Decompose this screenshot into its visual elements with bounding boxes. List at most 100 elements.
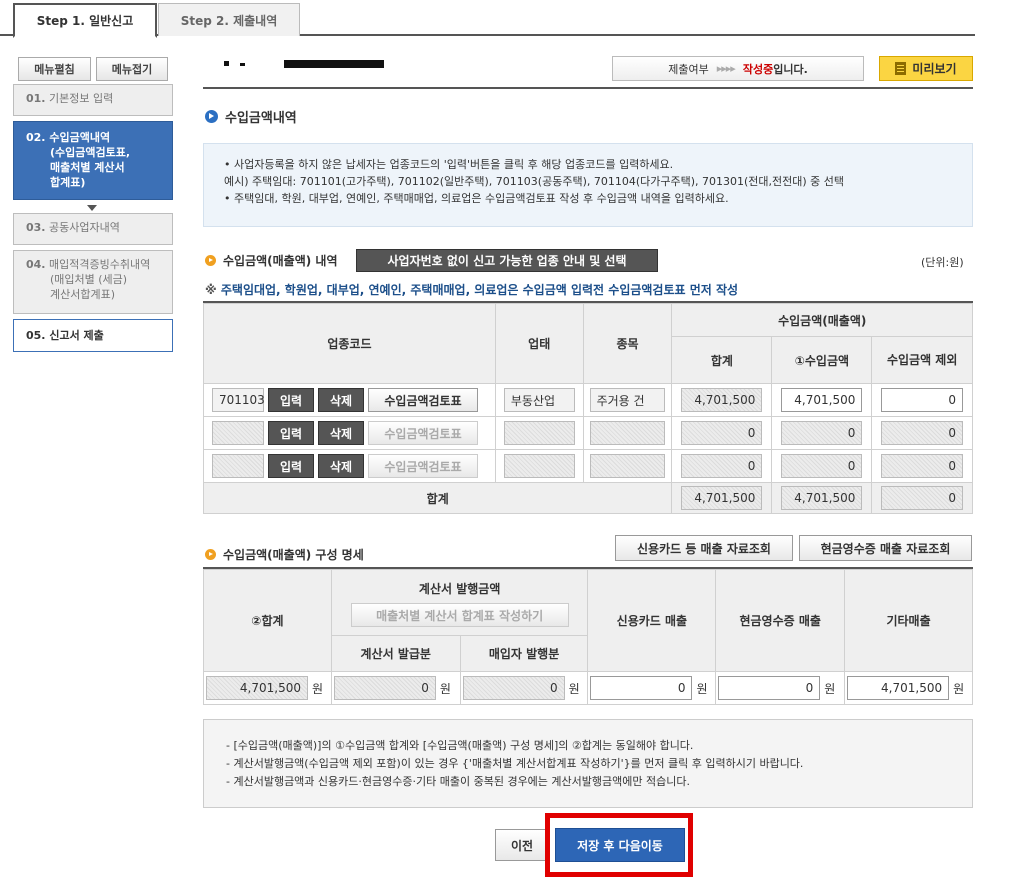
card-sales-input[interactable]: 0 bbox=[590, 676, 693, 700]
previous-button[interactable]: 이전 bbox=[495, 829, 549, 861]
row-total-field: 0 bbox=[681, 454, 763, 478]
col-header-buyer: 매입자 발행분 bbox=[459, 635, 589, 672]
menu-expand-button[interactable]: 메뉴펼침 bbox=[18, 57, 91, 81]
business-code-field[interactable]: 701103 bbox=[212, 388, 265, 412]
buyer-issued-field: 0 bbox=[462, 676, 565, 700]
status-value: 작성중 bbox=[742, 62, 774, 76]
excluded-amount-input[interactable]: 0 bbox=[881, 388, 963, 412]
section-sales-title: 수입금액(매출액) 내역 bbox=[205, 252, 338, 269]
nav-item-purchase-proof[interactable]: 04. 매입적격증빙수취내역 (매입처별 (세금) 계산서합계표) bbox=[13, 250, 173, 314]
nav-item-submit[interactable]: 05. 신고서 제출 bbox=[13, 319, 173, 352]
invoice-issued-field: 0 bbox=[333, 676, 436, 700]
sum-income-field: 4,701,500 bbox=[781, 486, 863, 510]
status-label: 제출여부 bbox=[668, 62, 709, 76]
bullet-icon bbox=[205, 549, 216, 560]
col-header-code: 업종코드 bbox=[203, 303, 496, 384]
col-header-exclude: 수입금액 제외 bbox=[871, 336, 973, 384]
col-header-income1: ①수입금액 bbox=[771, 336, 873, 384]
redacted-mark bbox=[240, 63, 245, 66]
sum-exclude-field: 0 bbox=[881, 486, 963, 510]
business-item-field[interactable]: 주거용 건 bbox=[589, 388, 666, 412]
sum-label: 합계 bbox=[202, 482, 673, 514]
composition-total-field: 4,701,500 bbox=[206, 676, 308, 700]
col-header-total: 합계 bbox=[671, 336, 773, 384]
code-input-button[interactable]: 입력 bbox=[268, 421, 314, 445]
nav-label: 신고서 제출 bbox=[49, 329, 104, 342]
income-amount-input[interactable]: 4,701,500 bbox=[781, 388, 863, 412]
business-type-field[interactable]: 부동산업 bbox=[503, 388, 575, 412]
nav-item-basic-info[interactable]: 01. 기본정보 입력 bbox=[13, 84, 173, 116]
income-review-button: 수입금액검토표 bbox=[368, 421, 478, 445]
cash-receipt-lookup-button[interactable]: 현금영수증 매출 자료조회 bbox=[799, 535, 972, 561]
status-arrows-icon: ▸▸▸▸ bbox=[716, 62, 736, 75]
cash-receipt-sales-input[interactable]: 0 bbox=[718, 676, 821, 700]
income-review-button: 수입금액검토표 bbox=[368, 454, 478, 478]
business-code-field[interactable] bbox=[212, 421, 264, 445]
code-delete-button[interactable]: 삭제 bbox=[318, 388, 364, 412]
redacted-mark bbox=[284, 60, 384, 68]
nav-label: 수입금액내역 bbox=[49, 131, 111, 144]
col-header-income-group: 수입금액(매출액) bbox=[671, 303, 973, 337]
excluded-amount-input: 0 bbox=[881, 421, 963, 445]
col-header-total2: ②합계 bbox=[203, 569, 332, 672]
nav-item-income[interactable]: 02. 수입금액내역 (수입금액검토표, 매출처별 계산서 합계표) bbox=[13, 121, 173, 200]
col-header-type: 업태 bbox=[494, 303, 584, 384]
income-review-button[interactable]: 수입금액검토표 bbox=[368, 388, 478, 412]
card-sales-lookup-button[interactable]: 신용카드 등 매출 자료조회 bbox=[615, 535, 793, 561]
preview-button[interactable]: 미리보기 bbox=[879, 56, 973, 81]
code-input-button[interactable]: 입력 bbox=[268, 388, 314, 412]
code-delete-button[interactable]: 삭제 bbox=[318, 454, 364, 478]
col-header-invoice: 계산서 발행금액 bbox=[418, 582, 501, 596]
col-header-cash: 현금영수증 매출 bbox=[715, 569, 846, 672]
document-icon bbox=[895, 62, 907, 75]
col-header-card: 신용카드 매출 bbox=[587, 569, 717, 672]
bullet-icon bbox=[205, 255, 216, 266]
section-composition-title: 수입금액(매출액) 구성 명세 bbox=[205, 546, 364, 563]
nav-label: 매입적격증빙수취내역 bbox=[49, 258, 151, 271]
sum-row: 합계 4,701,500 4,701,500 0 bbox=[202, 482, 973, 514]
business-type-field bbox=[503, 454, 575, 478]
tab-step2[interactable]: Step 2. 제출내역 bbox=[158, 3, 300, 36]
table-row: 입력 삭제 수입금액검토표 0 0 0 bbox=[203, 449, 973, 483]
table-row: 701103 입력 삭제 수입금액검토표 부동산업 주거용 건 4,701,50… bbox=[203, 383, 973, 417]
row-total-field: 0 bbox=[681, 421, 763, 445]
info-box: • 사업자등록을 하지 않은 납세자는 업종코드의 '입력'버튼을 클릭 후 해… bbox=[203, 143, 973, 227]
section-income-title: 수입금액내역 bbox=[205, 107, 297, 126]
save-and-next-button[interactable]: 저장 후 다음이동 bbox=[555, 828, 685, 862]
nav-item-joint-business[interactable]: 03. 공동사업자내역 bbox=[13, 213, 173, 245]
step-tabs: Step 1. 일반신고 Step 2. 제출내역 bbox=[0, 0, 975, 38]
code-delete-button[interactable]: 삭제 bbox=[318, 421, 364, 445]
excluded-amount-input: 0 bbox=[881, 454, 963, 478]
table-row: 입력 삭제 수입금액검토표 0 0 0 bbox=[203, 416, 973, 450]
business-type-field bbox=[503, 421, 575, 445]
notes-box: - [수입금액(매출액)]의 ①수입금액 합계와 [수입금액(매출액) 구성 명… bbox=[203, 719, 973, 808]
redacted-mark bbox=[224, 61, 229, 66]
business-item-field bbox=[589, 421, 666, 445]
circle-arrow-icon bbox=[205, 110, 218, 123]
business-item-field bbox=[589, 454, 666, 478]
col-header-issued: 계산서 발급분 bbox=[330, 635, 461, 672]
nav-down-arrow-icon bbox=[87, 205, 97, 211]
income-amount-input: 0 bbox=[781, 421, 863, 445]
income-amount-input: 0 bbox=[781, 454, 863, 478]
business-code-field[interactable] bbox=[212, 454, 264, 478]
composition-table: ②합계 계산서 발행금액 매출처별 계산서 합계표 작성하기 신용카드 매출 현… bbox=[203, 569, 973, 705]
notice-text: ※ 주택임대업, 학원업, 대부업, 연예인, 주택매매업, 의료업은 수입금액… bbox=[205, 283, 739, 297]
sales-table: 업종코드 업태 종목 수입금액(매출액) 합계 ①수입금액 수입금액 제외 70… bbox=[202, 303, 973, 514]
divider bbox=[203, 87, 973, 89]
submit-status-box: 제출여부 ▸▸▸▸ 작성중입니다. bbox=[612, 56, 864, 81]
tab-step1[interactable]: Step 1. 일반신고 bbox=[13, 3, 157, 38]
col-header-item: 종목 bbox=[582, 303, 673, 384]
sum-total-field: 4,701,500 bbox=[681, 486, 763, 510]
unit-label: (단위:원) bbox=[921, 256, 964, 269]
table-row: 4,701,500 원 0원 0원 0원 0원 4,701,500 원 bbox=[203, 671, 973, 705]
col-header-other: 기타매출 bbox=[844, 569, 973, 672]
row-total-field: 4,701,500 bbox=[681, 388, 763, 412]
menu-collapse-button[interactable]: 메뉴접기 bbox=[96, 57, 168, 81]
business-type-guide-button[interactable]: 사업자번호 없이 신고 가능한 업종 안내 및 선택 bbox=[356, 249, 658, 272]
other-sales-input[interactable]: 4,701,500 bbox=[847, 676, 950, 700]
invoice-summary-button[interactable]: 매출처별 계산서 합계표 작성하기 bbox=[350, 603, 569, 627]
code-input-button[interactable]: 입력 bbox=[268, 454, 314, 478]
nav-label: 기본정보 입력 bbox=[49, 92, 114, 105]
nav-label: 공동사업자내역 bbox=[49, 221, 120, 234]
